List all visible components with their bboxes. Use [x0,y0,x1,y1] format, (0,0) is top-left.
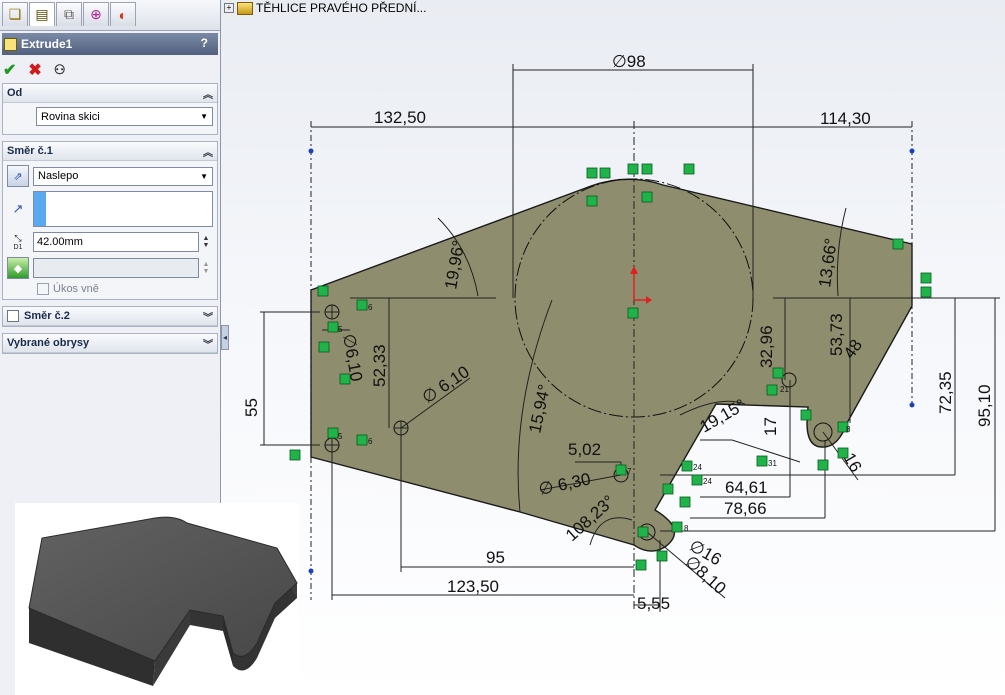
from-group-title: Od [7,87,23,99]
direction1-group: Směr č.1 ︽ ⇗ Naslepo ▼ ↗ ⤡ D1 42.00mm ▲ … [2,141,218,300]
dim-132-50[interactable]: 132,50 [374,108,426,127]
reverse-direction-button[interactable]: ⇗ [7,165,29,187]
dimxpert-tab[interactable]: ⊕ [83,2,109,26]
spinner-arrows[interactable]: ▲ ▼ [199,232,213,252]
collapse-chevron-icon[interactable]: ︽ [203,144,213,159]
detailed-preview-glasses-icon[interactable]: ⚇ [54,62,66,78]
feature-title: Extrude1 [21,37,73,51]
expand-chevron-icon[interactable]: ︾ [203,309,213,324]
svg-text:6: 6 [368,303,373,312]
action-buttons: ✔ ✖ ⚇ [0,57,220,83]
draft-button[interactable]: ◆ [7,257,29,279]
depth-arrow-icon: ⤡ [14,233,22,243]
dim-5-55[interactable]: 5,55 [637,594,670,613]
svg-text:8: 8 [684,524,689,533]
help-button[interactable]: ? [201,36,208,50]
direction2-group-title: Směr č.2 [24,310,70,322]
dim-78-66[interactable]: 78,66 [724,499,767,518]
feature-manager-tab[interactable]: ❏ [2,2,28,26]
draft-on-off-icon: ◆ [13,262,23,275]
direction1-group-title: Směr č.1 [7,145,53,157]
dim-95-10[interactable]: 95,10 [975,384,994,427]
from-select-value: Rovina skici [41,110,100,123]
configuration-manager-icon: ⧉ [64,6,74,22]
svg-text:7: 7 [627,467,632,476]
direction-vector-icon: ↗ [12,201,24,216]
draft-outward-label: Úkos vně [53,283,99,295]
property-manager-icon: ▤ [35,6,49,22]
draft-outward-checkbox[interactable] [37,283,49,295]
from-group: Od ︽ Rovina skici ▼ [2,83,218,135]
property-manager-tab[interactable]: ▤ [29,2,55,26]
dim-95[interactable]: 95 [486,548,505,567]
dimxpert-icon: ⊕ [90,6,102,22]
dim-72-35[interactable]: 72,35 [936,371,955,414]
dim-diameter-98[interactable]: ∅98 [612,52,646,71]
extrude-icon [4,37,17,51]
depth-spinbox[interactable]: 42.00mm ▲ ▼ [33,232,213,252]
svg-text:8: 8 [846,425,851,434]
draft-angle-input[interactable] [33,258,199,278]
svg-text:24: 24 [693,463,702,472]
end-condition-value: Naslepo [38,170,79,182]
draft-angle-spinbox[interactable]: ▲ ▼ [33,258,213,278]
dropdown-arrow-icon: ▼ [200,112,208,121]
selected-contours-header[interactable]: Vybrané obrysy ︾ [3,334,217,353]
ok-checkmark-icon[interactable]: ✔ [3,60,16,80]
svg-text:21: 21 [780,385,789,394]
from-group-header[interactable]: Od ︽ [3,84,217,103]
direction2-checkbox[interactable] [7,310,19,322]
depth-tag: D1 [13,244,23,251]
dropdown-arrow-icon: ▼ [200,171,208,181]
spinner-arrows[interactable]: ▲ ▼ [199,258,213,278]
dim-5-02[interactable]: 5,02 [568,440,601,459]
selected-contours-group: Vybrané obrysy ︾ [2,333,218,354]
direction-selection-box[interactable] [33,191,213,227]
dim-17[interactable]: 17 [761,417,780,436]
svg-text:5: 5 [338,432,343,441]
direction2-group-header[interactable]: Směr č.2 ︾ [3,307,217,326]
svg-text:31: 31 [768,459,777,468]
display-manager-tab[interactable]: ◐ [110,2,136,26]
dim-64-61[interactable]: 64,61 [725,478,768,497]
part-3d-preview [15,503,299,695]
selection-highlight [34,192,46,226]
expand-chevron-icon[interactable]: ︾ [203,336,213,351]
dim-32-96[interactable]: 32,96 [757,325,776,368]
depth-icon: ⤡ D1 [7,231,29,253]
manager-tabs: ❏ ▤ ⧉ ⊕ ◐ [0,0,220,31]
direction1-group-header[interactable]: Směr č.1 ︽ [3,142,217,161]
reverse-direction-icon: ⇗ [13,170,23,183]
dim-114-30[interactable]: 114,30 [820,109,871,128]
dim-123-50[interactable]: 123,50 [447,577,499,596]
dim-55[interactable]: 55 [242,398,261,417]
end-condition-select[interactable]: Naslepo ▼ [33,166,213,186]
cancel-x-icon[interactable]: ✖ [28,60,41,80]
configuration-manager-tab[interactable]: ⧉ [56,2,82,26]
from-select[interactable]: Rovina skici ▼ [36,107,213,126]
draft-outward-option[interactable]: Úkos vně [7,283,213,295]
collapse-chevron-icon[interactable]: ︽ [203,86,213,101]
display-manager-icon: ◐ [118,6,128,23]
selected-contours-title: Vybrané obrysy [7,337,90,349]
dim-52-33[interactable]: 52,33 [370,344,389,387]
feature-title-bar: Extrude1 ? [2,33,218,55]
svg-text:6: 6 [368,437,373,446]
sketch-graphics-area[interactable]: 5 5 6 6 7 31 24 24 21 8 8 ∅98 132,50 114… [222,0,1005,695]
depth-input[interactable]: 42.00mm [33,232,199,252]
feature-manager-icon: ❏ [8,6,22,22]
direction2-group: Směr č.2 ︾ [2,306,218,327]
svg-text:24: 24 [703,477,712,486]
svg-text:5: 5 [338,325,343,334]
